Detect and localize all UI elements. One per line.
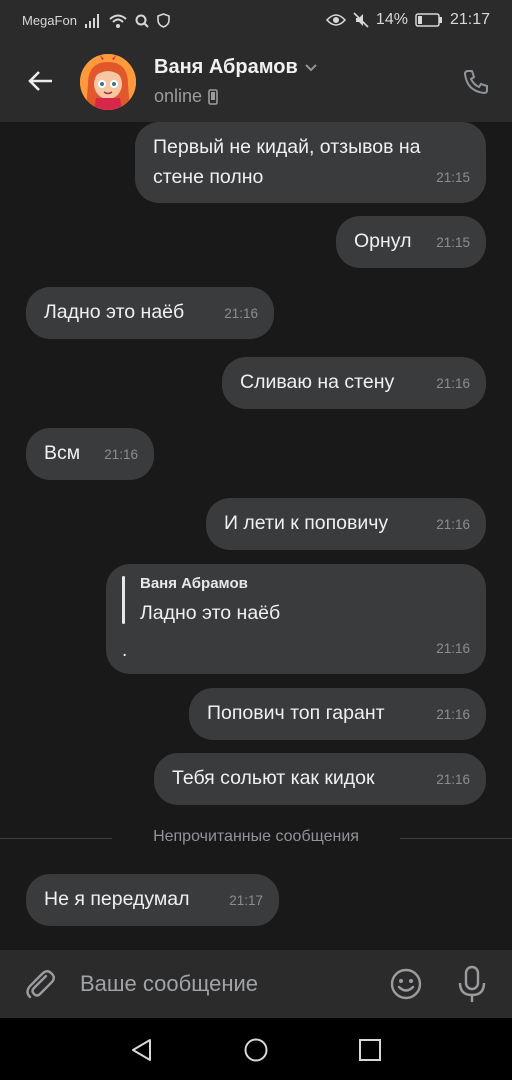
battery-percent: 14% bbox=[375, 11, 408, 28]
message-time: 21:17 bbox=[229, 893, 263, 908]
message-text: Орнул bbox=[354, 230, 412, 252]
message-text: И лети к поповичу bbox=[224, 512, 389, 534]
eye-icon bbox=[325, 13, 346, 27]
reply-message-bubble[interactable]: Ваня Абрамов Ладно это наёб . 21:16 bbox=[106, 564, 486, 674]
message-input[interactable] bbox=[80, 964, 370, 1004]
chat-header: Ваня Абрамов online bbox=[0, 42, 512, 122]
nav-back-button[interactable] bbox=[128, 1036, 156, 1064]
message-time: 21:16 bbox=[436, 376, 470, 391]
phone-device-icon bbox=[208, 88, 218, 105]
status-bar-left: MegaFon bbox=[22, 13, 170, 28]
chevron-down-icon bbox=[305, 63, 317, 71]
message-bubble[interactable]: Ладно это наёб 21:16 bbox=[26, 287, 274, 339]
message-bubble[interactable]: И лети к поповичу 21:16 bbox=[206, 498, 486, 550]
reply-author: Ваня Абрамов bbox=[140, 575, 248, 592]
signal-icon bbox=[84, 13, 101, 28]
message-text: Тебя сольют как кидок bbox=[172, 767, 375, 789]
unread-divider: Непрочитанные сообщения bbox=[0, 828, 512, 848]
message-text: Всм bbox=[44, 442, 81, 464]
nav-back-icon bbox=[132, 1039, 151, 1061]
status-bar: MegaFon 14% 21:17 bbox=[0, 0, 512, 42]
reply-quote-bar bbox=[122, 576, 125, 624]
contact-name-text: Ваня Абрамов bbox=[154, 56, 298, 78]
unread-divider-label: Непрочитанные сообщения bbox=[153, 828, 359, 845]
microphone-button[interactable] bbox=[456, 964, 488, 1004]
message-time: 21:16 bbox=[104, 447, 138, 462]
shield-icon bbox=[157, 13, 170, 28]
message-time: 21:15 bbox=[436, 170, 470, 185]
message-time: 21:16 bbox=[224, 306, 258, 321]
message-text: Первый не кидай, отзывов на стене полно bbox=[153, 136, 421, 188]
message-text: Ладно это наёб bbox=[44, 301, 185, 323]
status-text: online bbox=[154, 86, 203, 106]
battery-icon bbox=[415, 13, 443, 27]
carrier-name: MegaFon bbox=[22, 13, 77, 28]
message-text: Не я передумал bbox=[44, 888, 190, 910]
nav-recents-icon bbox=[359, 1039, 381, 1061]
message-bubble[interactable]: Всм 21:16 bbox=[26, 428, 154, 480]
back-button[interactable] bbox=[24, 64, 58, 98]
call-button[interactable] bbox=[462, 68, 490, 96]
nav-recents-button[interactable] bbox=[356, 1036, 384, 1064]
contact-name[interactable]: Ваня Абрамов bbox=[154, 56, 318, 79]
status-time: 21:17 bbox=[449, 11, 490, 28]
wifi-icon bbox=[109, 14, 127, 28]
message-text: Попович топ гарант bbox=[207, 702, 385, 724]
message-time: 21:15 bbox=[436, 235, 470, 250]
message-text: . bbox=[122, 640, 128, 661]
emoji-button[interactable] bbox=[388, 966, 424, 1002]
message-time: 21:16 bbox=[436, 641, 470, 656]
message-time: 21:16 bbox=[436, 707, 470, 722]
avatar[interactable] bbox=[80, 54, 136, 110]
message-bubble[interactable]: Не я передумал 21:17 bbox=[26, 874, 279, 926]
microphone-icon bbox=[458, 965, 486, 1002]
divider-line-right bbox=[400, 838, 512, 839]
message-time: 21:16 bbox=[436, 772, 470, 787]
message-list[interactable]: Первый не кидай, отзывов на стене полно … bbox=[0, 122, 512, 950]
mute-icon bbox=[353, 12, 369, 28]
message-bubble[interactable]: Первый не кидай, отзывов на стене полно … bbox=[135, 122, 486, 203]
message-bubble[interactable]: Тебя сольют как кидок 21:16 bbox=[154, 753, 486, 805]
attach-icon bbox=[26, 970, 55, 999]
emoji-icon bbox=[390, 968, 422, 1000]
search-icon bbox=[135, 14, 149, 28]
message-text: Сливаю на стену bbox=[240, 371, 395, 393]
message-bubble[interactable]: Сливаю на стену 21:16 bbox=[222, 357, 486, 409]
attach-button[interactable] bbox=[22, 966, 58, 1002]
message-bubble[interactable]: Орнул 21:15 bbox=[336, 216, 486, 268]
nav-home-icon bbox=[244, 1038, 268, 1062]
status-bar-right: 14% 21:17 bbox=[325, 11, 490, 29]
contact-status: online bbox=[154, 86, 218, 107]
message-bubble[interactable]: Попович топ гарант 21:16 bbox=[189, 688, 486, 740]
system-nav-bar bbox=[0, 1018, 512, 1080]
nav-home-button[interactable] bbox=[242, 1036, 270, 1064]
back-arrow-icon bbox=[28, 71, 52, 91]
phone-call-icon bbox=[463, 70, 488, 95]
message-composer bbox=[0, 950, 512, 1018]
reply-text: Ладно это наёб bbox=[140, 602, 281, 624]
message-time: 21:16 bbox=[436, 517, 470, 532]
